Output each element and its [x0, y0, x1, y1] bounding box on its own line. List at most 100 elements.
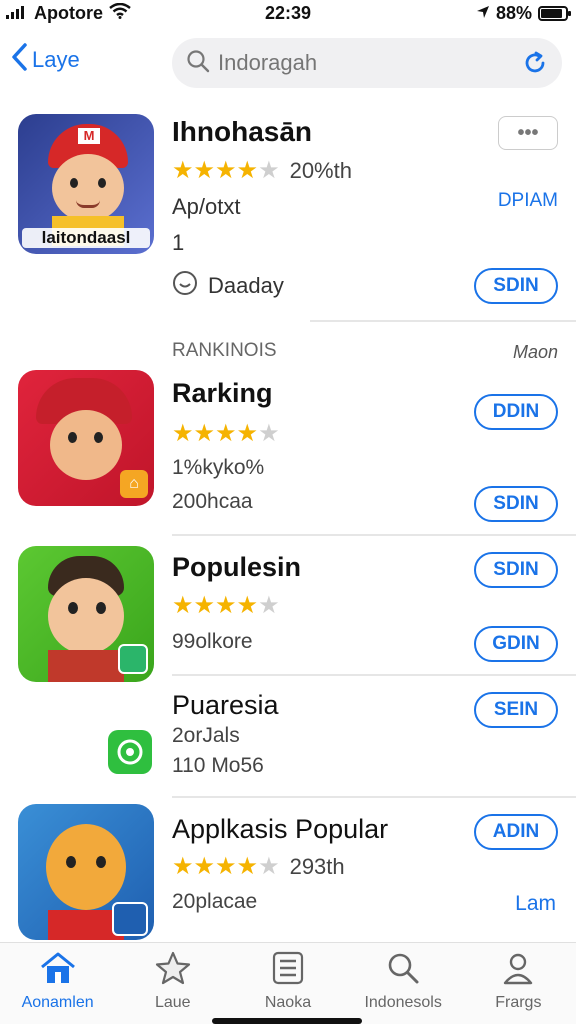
tab-indonesols[interactable]: Indonesols: [346, 943, 461, 1024]
divider: [172, 534, 576, 536]
star-icon: ★: [215, 157, 237, 184]
tab-aonamlen[interactable]: Aonamlen: [0, 943, 115, 1024]
featured-meta: Daaday: [172, 270, 284, 302]
app-icon-puaresia[interactable]: [108, 730, 152, 774]
app-line2: 110 Mo56: [172, 754, 264, 777]
rating-stars: ★ ★ ★ ★ ★: [172, 422, 280, 446]
star-icon: ★: [258, 420, 280, 447]
app-get-button[interactable]: GDIN: [474, 626, 558, 662]
icon-badge: M: [78, 128, 100, 144]
tab-bar: Aonamlen Laue Naoka Indonesols Frargs: [0, 942, 576, 1024]
search-input[interactable]: [218, 50, 508, 76]
tab-laue[interactable]: Laue: [115, 943, 230, 1024]
back-button[interactable]: Laye: [10, 42, 80, 78]
star-icon: ★: [215, 853, 237, 880]
star-icon: ★: [193, 853, 216, 880]
star-icon: ★: [172, 157, 194, 184]
refresh-icon[interactable]: [522, 50, 548, 81]
featured-app-icon[interactable]: M laitondaasl: [18, 114, 154, 254]
star-icon: ★: [193, 592, 216, 619]
divider: [172, 674, 576, 676]
home-indicator[interactable]: [212, 1018, 362, 1024]
icon-caption: laitondaasl: [22, 228, 150, 248]
battery-percent: 88%: [495, 3, 532, 23]
star-icon: ★: [193, 420, 216, 447]
featured-get-button[interactable]: SDIN: [474, 268, 558, 304]
tab-label: Laue: [154, 994, 191, 1011]
chevron-left-icon: [10, 42, 28, 78]
search-icon: [386, 951, 420, 990]
app-line1: 2orJals: [172, 724, 240, 747]
app-action-button[interactable]: SDIN: [474, 552, 558, 588]
star-icon: ★: [172, 420, 194, 447]
app-title: Puaresia: [172, 690, 279, 720]
star-icon: ★: [215, 592, 237, 619]
star-icon: ★: [236, 157, 259, 184]
star-icon: ★: [236, 853, 259, 880]
star-icon: [155, 951, 191, 990]
star-icon: ★: [172, 853, 194, 880]
app-get-button[interactable]: SDIN: [474, 486, 558, 522]
rating-count: 293th: [289, 854, 345, 879]
tab-frargs[interactable]: Frargs: [461, 943, 576, 1024]
clock-icon: [172, 270, 198, 302]
star-icon: ★: [172, 592, 194, 619]
star-icon: ★: [193, 157, 216, 184]
star-icon: ★: [236, 420, 259, 447]
rating-stars: ★ ★ ★ ★ ★: [172, 159, 280, 183]
person-icon: [501, 951, 535, 990]
tab-label: Indonesols: [364, 994, 442, 1011]
app-line2: 200hcaa: [172, 490, 253, 513]
location-icon: [476, 3, 490, 24]
app-action-button[interactable]: DDIN: [474, 394, 558, 430]
app-link[interactable]: Lam: [515, 892, 556, 916]
app-line2: 20placae: [172, 890, 258, 913]
app-icon-applkasis[interactable]: [18, 804, 154, 940]
app-action-button[interactable]: ADIN: [474, 814, 558, 850]
home-icon: [39, 951, 77, 990]
star-icon: ★: [258, 157, 280, 184]
tab-naoka[interactable]: Naoka: [230, 943, 345, 1024]
section-header: RANKINOIS: [172, 340, 277, 361]
star-icon: ★: [236, 592, 259, 619]
featured-rating: ★ ★ ★ ★ ★ 20%th: [172, 158, 352, 184]
tab-label: Naoka: [264, 994, 312, 1011]
app-title: Rarking: [172, 378, 273, 408]
more-button[interactable]: •••: [498, 116, 558, 150]
app-title: Applkasis Popular: [172, 814, 389, 844]
app-rating: ★ ★ ★ ★ ★: [172, 422, 280, 446]
nav-bar: Laye: [0, 34, 576, 90]
featured-number: 1: [172, 230, 185, 255]
tab-label: Frargs: [495, 994, 542, 1011]
back-label: Laye: [32, 47, 80, 72]
star-icon: ★: [215, 420, 237, 447]
app-action-button[interactable]: SEIN: [474, 692, 558, 728]
rating-count: 20%th: [289, 158, 352, 183]
featured-title: Ihnohasān: [172, 116, 313, 147]
app-icon-rarking[interactable]: ⌂: [18, 370, 154, 506]
app-icon-populesin[interactable]: [18, 546, 154, 682]
app-line1: 1%kyko%: [172, 456, 265, 479]
app-title: Populesin: [172, 552, 302, 582]
app-line1: 99olkore: [172, 630, 253, 653]
list-icon: [271, 951, 305, 990]
star-icon: ★: [258, 592, 280, 619]
featured-app[interactable]: M laitondaasl Ihnohasān ★ ★ ★ ★ ★ 20%th Ap/o…: [0, 108, 576, 320]
status-bar: Apotore 22:39 88%: [0, 0, 576, 28]
meta-text: Daaday: [208, 273, 284, 298]
section-link[interactable]: Maon: [513, 342, 558, 363]
rating-stars: ★ ★ ★ ★ ★: [172, 855, 280, 879]
battery-icon: [538, 6, 571, 21]
featured-subtitle: Ap/otxt: [172, 194, 241, 219]
app-rating: ★ ★ ★ ★ ★: [172, 594, 280, 618]
featured-link[interactable]: DPIAM: [498, 190, 558, 212]
divider: [172, 796, 576, 798]
search-icon: [186, 49, 210, 78]
rating-stars: ★ ★ ★ ★ ★: [172, 594, 280, 618]
status-right: 88%: [476, 3, 571, 24]
battery-fill: [541, 9, 563, 18]
app-rating: ★ ★ ★ ★ ★ 293th: [172, 854, 345, 880]
search-bar[interactable]: [172, 38, 562, 88]
tab-label: Aonamlen: [21, 994, 94, 1011]
star-icon: ★: [258, 853, 280, 880]
